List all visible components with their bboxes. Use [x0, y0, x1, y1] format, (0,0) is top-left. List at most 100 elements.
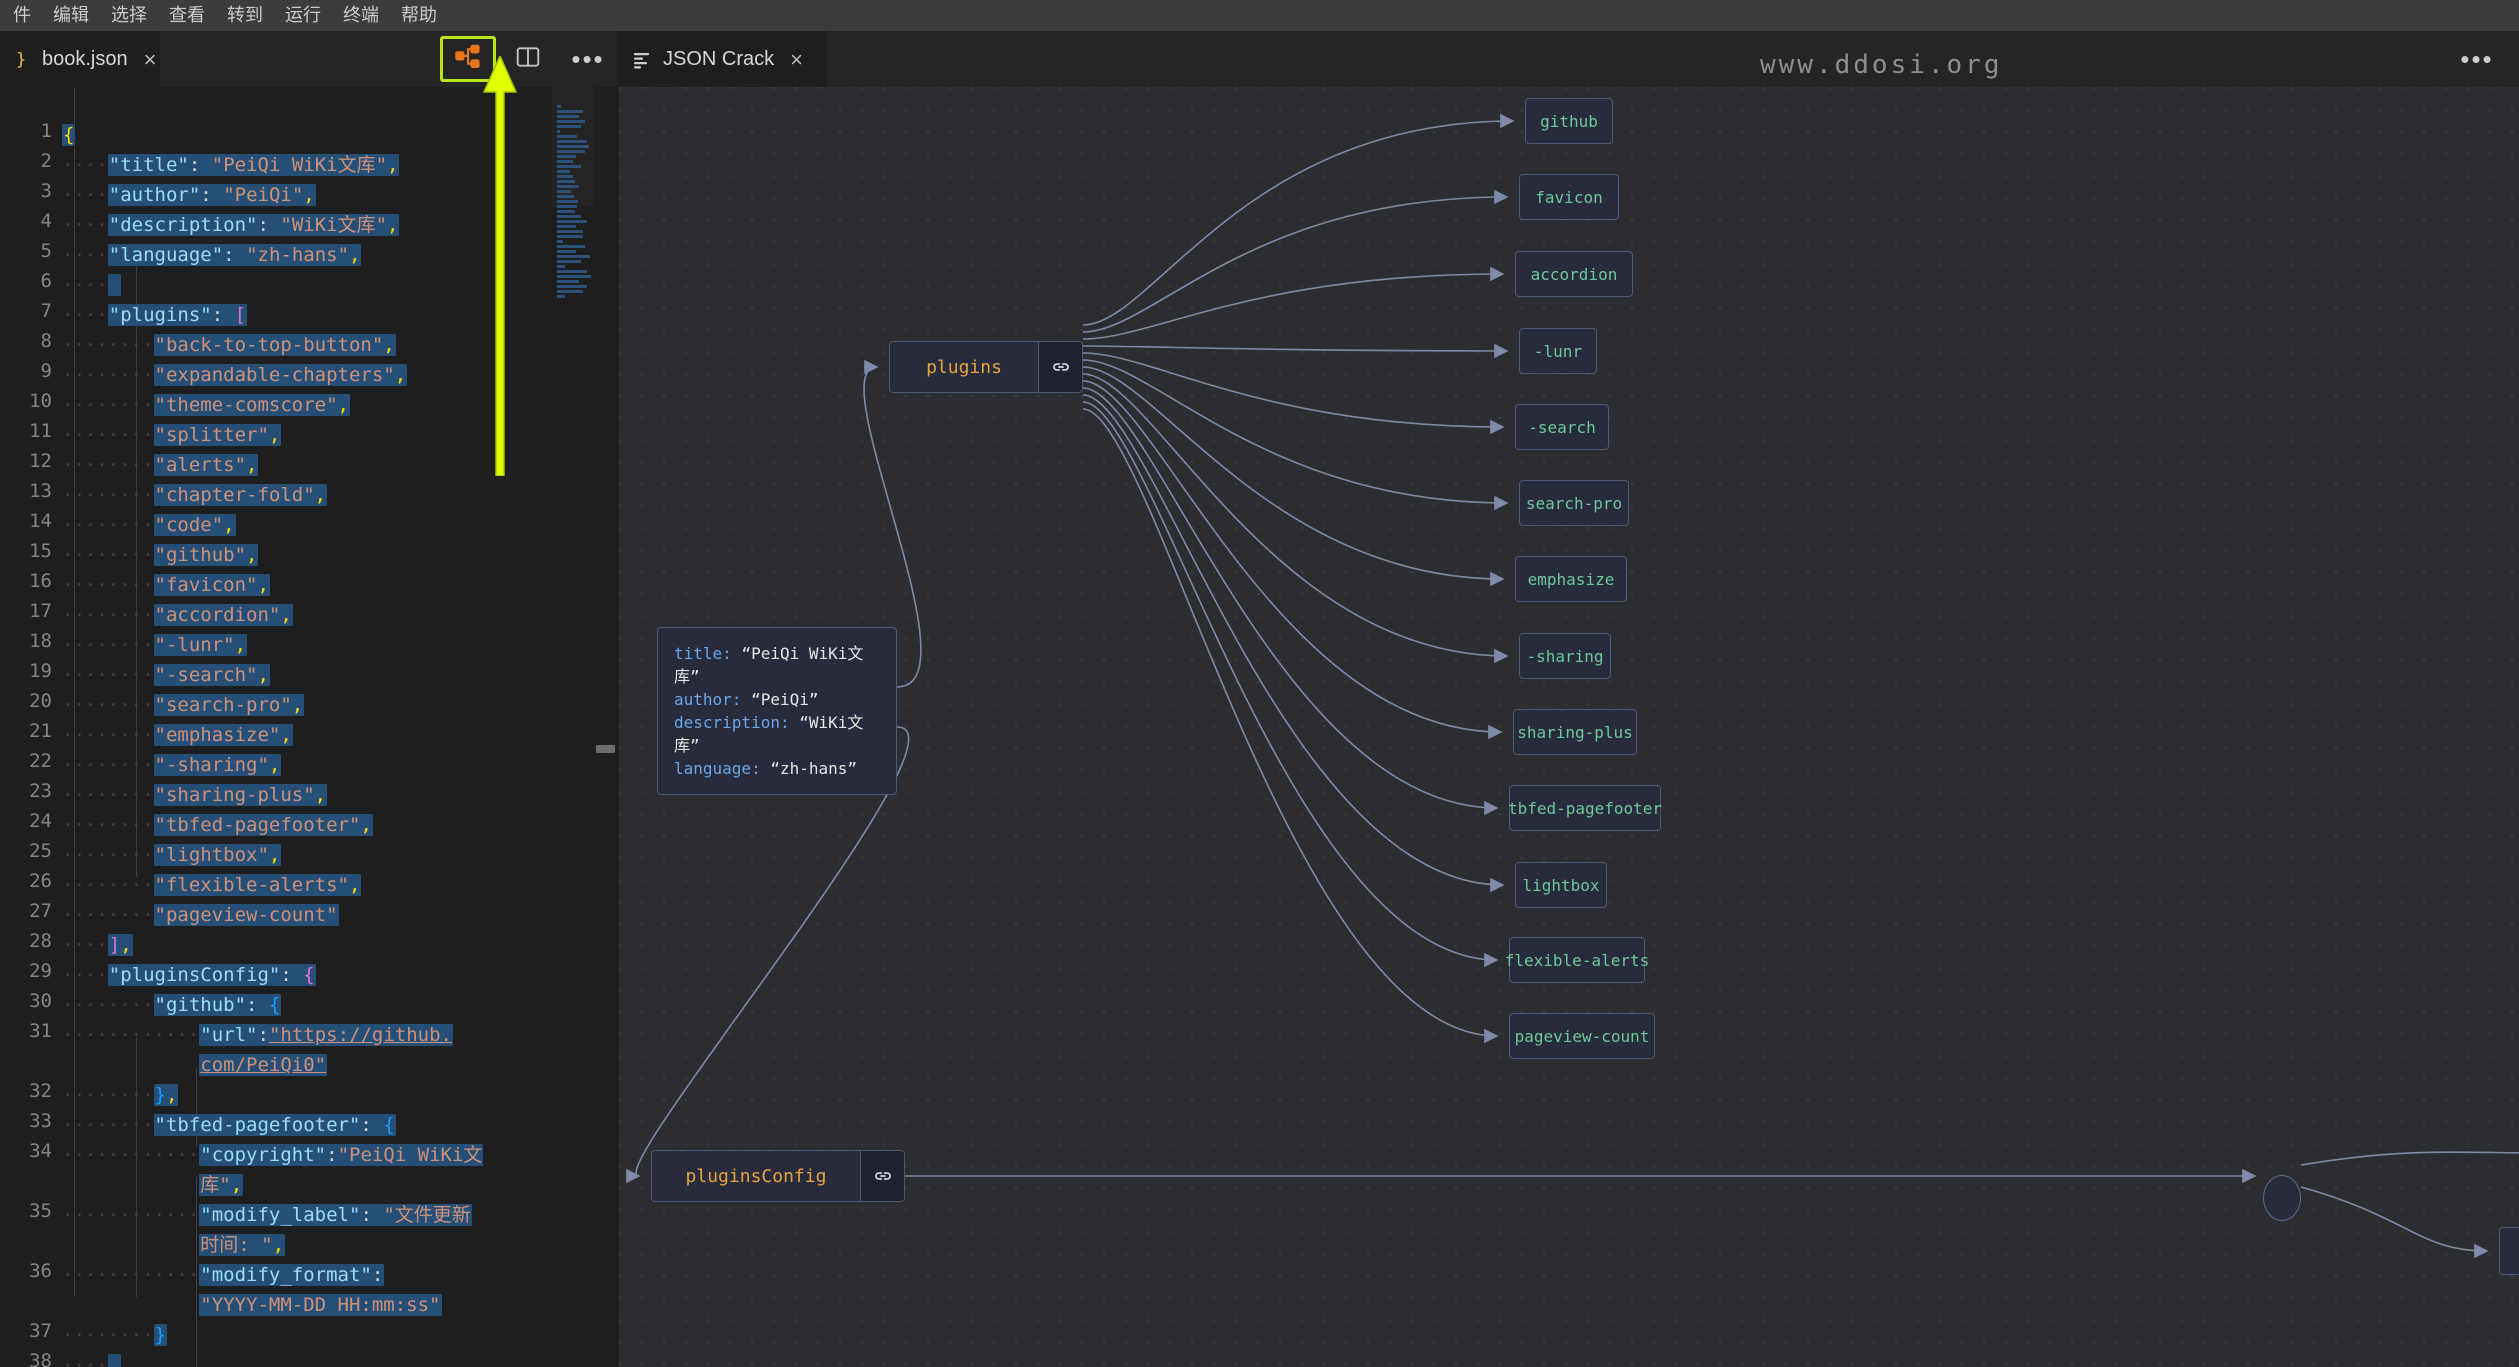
code-line[interactable]: ········"expandable-chapters",: [62, 360, 408, 390]
tab-bar: } book.json × JSON Crack × ••• •••: [0, 31, 2519, 87]
jsoncrack-visualizer-button[interactable]: [440, 36, 496, 82]
code-line[interactable]: ········"github",: [62, 540, 259, 570]
graph-leaf-accordion[interactable]: accordion: [1515, 251, 1633, 297]
code-line[interactable]: ········"alerts",: [62, 450, 259, 480]
code-line[interactable]: ····],: [62, 930, 133, 960]
line-number-19: 19: [29, 660, 52, 682]
menu-item-goto[interactable]: 转到: [216, 0, 274, 31]
code-line[interactable]: ········"accordion",: [62, 600, 293, 630]
graph-leaf--search[interactable]: -search: [1515, 404, 1609, 450]
graph-leaf-search-pro[interactable]: search-pro: [1519, 480, 1629, 526]
graph-leaf-lightbox[interactable]: lightbox: [1515, 862, 1607, 908]
close-icon[interactable]: ×: [790, 48, 803, 71]
code-line[interactable]: ····"description": "WiKi文库",: [62, 210, 400, 240]
code-line[interactable]: ········"back-to-top-button",: [62, 330, 396, 360]
code-line[interactable]: ············"url":"https://github.: [62, 1020, 453, 1050]
code-line[interactable]: {: [62, 120, 76, 150]
editor-splitter-handle[interactable]: [615, 87, 619, 1367]
code-line[interactable]: ············"copyright":"PeiQi WiKi文: [62, 1140, 484, 1170]
code-line[interactable]: ········"tbfed-pagefooter",: [62, 810, 373, 840]
code-line[interactable]: "YYYY-MM-DD HH:mm:ss": [62, 1290, 442, 1320]
menu-item-edit[interactable]: 编辑: [42, 0, 100, 31]
graph-leaf-label: pageview-count: [1514, 1026, 1650, 1046]
code-line[interactable]: ········"emphasize",: [62, 720, 293, 750]
code-line[interactable]: ····: [62, 270, 122, 300]
tab-book-json[interactable]: } book.json ×: [0, 31, 160, 87]
editor-vertical-scrollbar[interactable]: [594, 87, 617, 1367]
code-line[interactable]: ········"code",: [62, 510, 236, 540]
graph-node-root[interactable]: title: “PeiQi WiKi文库” author: “PeiQi” de…: [657, 627, 897, 795]
line-number-11: 11: [29, 420, 52, 442]
minimap-line: [557, 180, 575, 183]
line-number-20: 20: [29, 690, 52, 712]
graph-node-junction[interactable]: [2263, 1175, 2301, 1221]
graph-leaf--lunr[interactable]: -lunr: [1519, 328, 1597, 374]
code-line[interactable]: ········"sharing-plus",: [62, 780, 328, 810]
graph-edge: [2300, 1151, 2519, 1166]
scrollbar-thumb[interactable]: [596, 745, 615, 753]
graph-leaf--sharing[interactable]: -sharing: [1519, 633, 1611, 679]
code-line[interactable]: ····"language": "zh-hans",: [62, 240, 362, 270]
code-line[interactable]: ········"favicon",: [62, 570, 270, 600]
code-line[interactable]: 库",: [62, 1170, 244, 1200]
code-line[interactable]: ········"pageview-count": [62, 900, 339, 930]
graph-node-tbfed-pagefooter[interactable]: tbfed-pagefooter: [2499, 1227, 2519, 1275]
code-line[interactable]: ········"lightbox",: [62, 840, 282, 870]
menu-item-help[interactable]: 帮助: [390, 0, 448, 31]
graph-leaf-pageview-count[interactable]: pageview-count: [1509, 1013, 1655, 1059]
minimap-line: [557, 255, 590, 258]
code-line[interactable]: ········"-lunr",: [62, 630, 248, 660]
menu-item-terminal[interactable]: 终端: [332, 0, 390, 31]
graph-leaf-tbfed-pagefooter[interactable]: tbfed-pagefooter: [1508, 785, 1662, 831]
graph-node-pluginsconfig[interactable]: pluginsConfig: [651, 1150, 905, 1202]
code-line[interactable]: ········"splitter",: [62, 420, 282, 450]
line-number-23: 23: [29, 780, 52, 802]
close-icon[interactable]: ×: [144, 48, 157, 71]
menu-item-run[interactable]: 运行: [274, 0, 332, 31]
code-line[interactable]: ········}: [62, 1320, 167, 1350]
graph-leaf-github[interactable]: github: [1525, 98, 1613, 144]
line-number-16: 16: [29, 570, 52, 592]
link-icon[interactable]: [1038, 342, 1082, 392]
code-content[interactable]: {····"title": "PeiQi WiKi文库", ····"author…: [62, 87, 552, 1367]
graph-leaf-sharing-plus[interactable]: sharing-plus: [1513, 709, 1637, 755]
menu-item-file[interactable]: 件: [2, 0, 42, 31]
code-line[interactable]: ············"modify_label": "文件更新: [62, 1200, 472, 1230]
graph-more-actions-button[interactable]: •••: [2449, 36, 2505, 82]
code-line[interactable]: ····"pluginsConfig": {: [62, 960, 316, 990]
code-line[interactable]: ········"github": {: [62, 990, 282, 1020]
code-line[interactable]: ········"tbfed-pagefooter": {: [62, 1110, 396, 1140]
graph-leaf-flexible-alerts[interactable]: flexible-alerts: [1505, 937, 1649, 983]
json-crack-graph-canvas[interactable]: title: “PeiQi WiKi文库” author: “PeiQi” de…: [619, 87, 2519, 1367]
code-line[interactable]: ············"modify_format":: [62, 1260, 385, 1290]
minimap-line: [557, 140, 587, 143]
code-line[interactable]: ········"search-pro",: [62, 690, 305, 720]
line-number-36: 36: [29, 1260, 52, 1282]
code-line[interactable]: ········"-search",: [62, 660, 270, 690]
code-line[interactable]: com/PeiQi0": [62, 1050, 328, 1080]
code-line[interactable]: ········"-sharing",: [62, 750, 282, 780]
tab-json-crack[interactable]: JSON Crack ×: [617, 31, 827, 87]
split-editor-button[interactable]: [500, 36, 556, 82]
minimap[interactable]: [552, 87, 594, 1367]
code-editor[interactable]: 1 2 3 4 5 6 7 8 9 10 11 12 13 14 15 16 17 18 19 20 21 22 23 24 2…: [0, 87, 617, 1367]
code-line[interactable]: ········"flexible-alerts",: [62, 870, 362, 900]
editor-more-actions-button[interactable]: •••: [560, 36, 616, 82]
code-line[interactable]: ····"title": "PeiQi WiKi文库",: [62, 150, 400, 180]
graph-node-plugins[interactable]: plugins: [889, 341, 1083, 393]
graph-leaf-emphasize[interactable]: emphasize: [1515, 556, 1627, 602]
menu-item-view[interactable]: 查看: [158, 0, 216, 31]
graph-leaf-label: accordion: [1530, 264, 1618, 284]
code-line[interactable]: ········},: [62, 1080, 179, 1110]
graph-edge: [1082, 359, 1509, 511]
line-number-35: 35: [29, 1200, 52, 1222]
code-line[interactable]: ····: [62, 1350, 122, 1367]
link-icon[interactable]: [860, 1151, 904, 1201]
code-line[interactable]: ········"theme-comscore",: [62, 390, 350, 420]
code-line[interactable]: 时间: ",: [62, 1230, 286, 1260]
code-line[interactable]: ····"author": "PeiQi",: [62, 180, 316, 210]
menu-item-select[interactable]: 选择: [100, 0, 158, 31]
code-line[interactable]: ········"chapter-fold",: [62, 480, 328, 510]
code-line[interactable]: ····"plugins": [: [62, 300, 248, 330]
graph-leaf-favicon[interactable]: favicon: [1519, 174, 1619, 220]
